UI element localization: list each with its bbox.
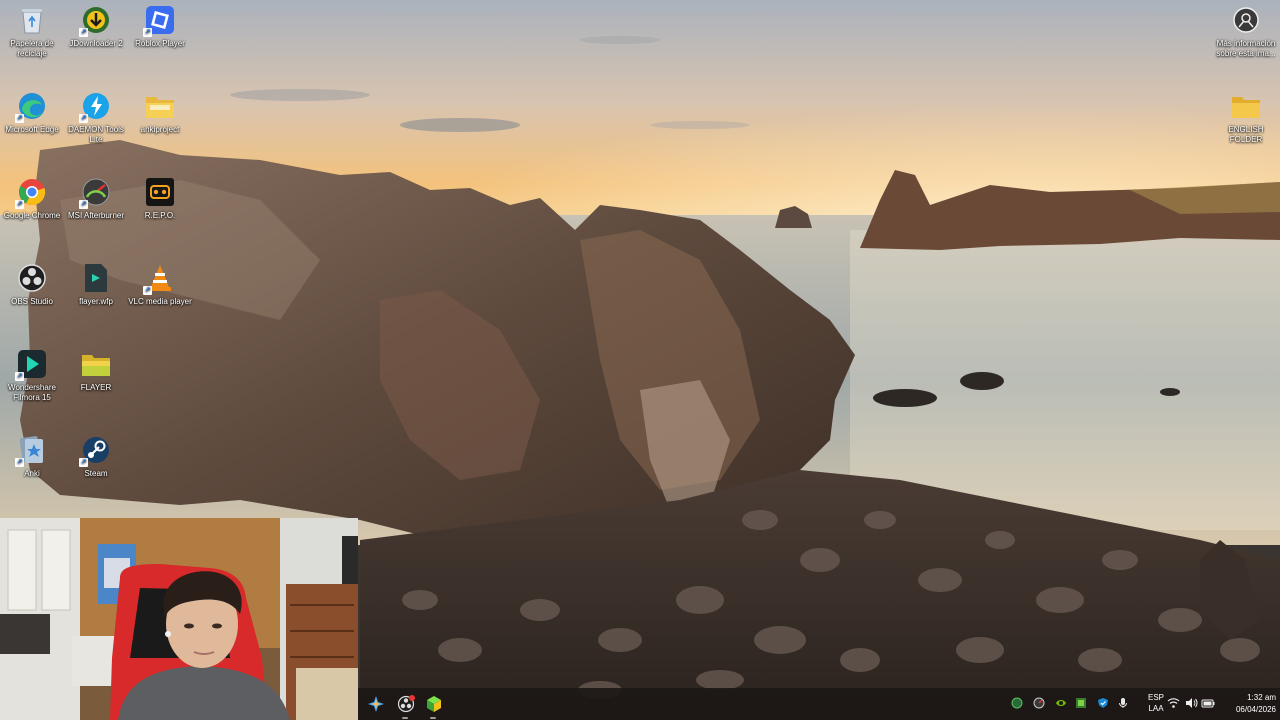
- shortcut-arrow-icon: ↗: [15, 372, 24, 381]
- desktop-icon-label: Google Chrome: [3, 211, 61, 220]
- desktop-icon-vlc[interactable]: ↗ VLC media player: [128, 262, 192, 307]
- desktop-icon-label: Anki: [24, 469, 40, 478]
- desktop-icon-label: FLAYER: [80, 383, 112, 392]
- shortcut-arrow-icon: ↗: [143, 28, 152, 37]
- desktop-icon-label: OBS Studio: [11, 297, 53, 306]
- desktop-icon-filmora[interactable]: ↗ Wondershare Filmora 15: [0, 348, 64, 403]
- anki-icon: ↗: [15, 434, 48, 467]
- desktop-icon-steam[interactable]: ↗ Steam: [64, 434, 128, 479]
- folder-icon: [144, 90, 176, 122]
- taskbar-app-copilot[interactable]: [364, 692, 388, 716]
- microphone-icon[interactable]: [1116, 696, 1130, 710]
- shortcut-arrow-icon: ↗: [15, 114, 24, 123]
- shortcut-arrow-icon: ↗: [79, 458, 88, 467]
- desktop-icon-label: R.E.P.O.: [144, 211, 176, 220]
- desktop-icon-anki[interactable]: ↗ Anki: [0, 434, 64, 479]
- desktop-icon-flayer-wfp[interactable]: flayer.wfp: [64, 262, 128, 307]
- desktop-icon-label: ankiproject: [140, 125, 180, 134]
- shortcut-arrow-icon: ↗: [79, 28, 88, 37]
- desktop-icon-jdownloader[interactable]: ↗ JDownloader 2: [64, 4, 128, 49]
- desktop-icon-label: Wondershare Filmora 15: [8, 383, 56, 402]
- desktop-icon-image-info[interactable]: Más información sobre esta ima...: [1214, 4, 1278, 59]
- taskbar-clock[interactable]: 1:32 am 06/04/2026: [1220, 692, 1276, 716]
- taskbar: ESP LAA 1:32 am 06/04/2026: [358, 688, 1280, 720]
- shortcut-arrow-icon: ↗: [79, 114, 88, 123]
- jdownloader-icon: ↗: [79, 4, 112, 37]
- desktop-icon-label: Más información sobre esta ima...: [1216, 39, 1276, 58]
- battery-icon[interactable]: [1201, 696, 1215, 710]
- camera-info-icon: [1230, 4, 1262, 36]
- desktop-icon-obs[interactable]: OBS Studio: [0, 262, 64, 307]
- folder-icon: [1230, 90, 1262, 122]
- desktop-icon-flayer-folder[interactable]: FLAYER: [64, 348, 128, 393]
- defender-icon[interactable]: [1096, 696, 1110, 710]
- desktop-icon-english-folder[interactable]: ENGLISH FOLDER: [1214, 90, 1278, 145]
- clock-time: 1:32 am: [1247, 693, 1276, 702]
- desktop-icon-repo[interactable]: R.E.P.O.: [128, 176, 192, 221]
- taskbar-app-obs[interactable]: [394, 692, 418, 716]
- wifi-icon[interactable]: [1166, 696, 1180, 710]
- clock-date: 06/04/2026: [1235, 705, 1276, 714]
- filmora-icon: ↗: [15, 348, 48, 381]
- desktop-icon-daemon-tools[interactable]: ↗ DAEMON Tools Lite: [64, 90, 128, 145]
- desktop-icon-label: DAEMON Tools Lite: [68, 125, 124, 144]
- copilot-icon: [368, 696, 384, 712]
- running-indicator: [402, 717, 408, 719]
- steam-icon: ↗: [79, 434, 112, 467]
- folder-icon: [80, 348, 112, 380]
- repo-game-icon: [144, 176, 176, 208]
- shortcut-arrow-icon: ↗: [15, 200, 24, 209]
- desktop-icon-label: ENGLISH FOLDER: [1228, 125, 1264, 144]
- obs-icon: [16, 262, 48, 294]
- webcam-overlay: [0, 518, 358, 720]
- shield-icon[interactable]: [1010, 696, 1024, 710]
- desktop-icon-label: Roblox Player: [135, 39, 185, 48]
- desktop-icon-label: JDownloader 2: [69, 39, 123, 48]
- msi-tray-icon[interactable]: [1032, 696, 1046, 710]
- chrome-icon: ↗: [15, 176, 48, 209]
- shortcut-arrow-icon: ↗: [79, 200, 88, 209]
- gpu-icon[interactable]: [1074, 696, 1088, 710]
- desktop-icon-label: Papelera de reciclaje: [10, 39, 54, 58]
- desktop-icon-recycle-bin[interactable]: Papelera de reciclaje: [0, 4, 64, 59]
- desktop-icon-roblox[interactable]: ↗ Roblox Player: [128, 4, 192, 49]
- desktop-icon-label: Microsoft Edge: [5, 125, 59, 134]
- taskbar-app-cube[interactable]: [422, 692, 446, 716]
- shortcut-arrow-icon: ↗: [143, 286, 152, 295]
- roblox-icon: ↗: [143, 4, 176, 37]
- desktop-icon-edge[interactable]: ↗ Microsoft Edge: [0, 90, 64, 135]
- daemon-tools-icon: ↗: [79, 90, 112, 123]
- shortcut-arrow-icon: ↗: [15, 458, 24, 467]
- desktop-icon-label: Steam: [84, 469, 108, 478]
- edge-icon: ↗: [15, 90, 48, 123]
- msi-afterburner-icon: ↗: [79, 176, 112, 209]
- desktop-icon-msi-afterburner[interactable]: ↗ MSI Afterburner: [64, 176, 128, 221]
- app-cube-icon: [427, 696, 441, 712]
- obs-taskbar-icon: [397, 695, 415, 713]
- desktop-icon-label: VLC media player: [128, 297, 192, 306]
- desktop-icon-label: flayer.wfp: [79, 297, 113, 306]
- nvidia-icon[interactable]: [1054, 696, 1068, 710]
- vlc-icon: ↗: [143, 262, 176, 295]
- desktop-icon-chrome[interactable]: ↗ Google Chrome: [0, 176, 64, 221]
- filmora-project-file-icon: [80, 262, 112, 294]
- recycle-bin-icon: [16, 4, 48, 36]
- volume-icon[interactable]: [1184, 696, 1198, 710]
- running-indicator: [430, 717, 436, 719]
- desktop-icon-label: MSI Afterburner: [67, 211, 125, 220]
- desktop-icon-ankiproject[interactable]: ankiproject: [128, 90, 192, 135]
